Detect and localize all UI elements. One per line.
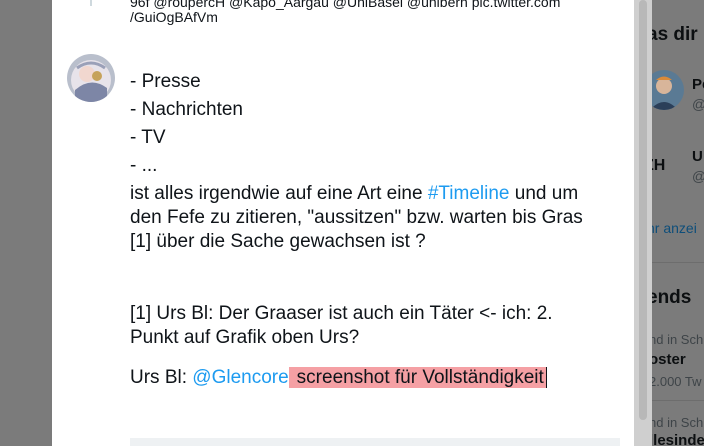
trend-name[interactable]: oster [652,351,686,368]
footnote-line: Punkt auf Grafik oben Urs? [130,327,360,348]
suggested-user-name[interactable]: Pe [692,76,704,93]
selected-text[interactable]: screenshot für Vollständigkeit [288,367,547,388]
list-item: - Nachrichten [130,99,243,120]
suggested-user-handle: @ [692,168,704,184]
avatar[interactable] [652,70,684,110]
tweet-line: ist alles irgendwie auf eine Art eine #T… [130,182,610,206]
show-more-link[interactable]: hr anzei [652,220,697,236]
footnote-line: [1] Urs Bl: Der Graaser ist auch ein Tät… [130,303,553,324]
hashtag-link[interactable]: #Timeline [428,183,510,204]
avatar[interactable]: ZH [652,146,684,186]
thread-connector [90,0,92,6]
tweet-line: Urs Bl: @Glencore screenshot für Vollstän… [130,366,610,390]
suggested-user-name[interactable]: U [692,148,703,165]
who-to-follow-heading: as dir [652,24,698,45]
tweet-line: den Fefe zu zitieren, "aussitzen" bzw. w… [130,207,583,228]
media-preview[interactable] [130,438,620,446]
text-segment: und um [509,183,579,204]
tweet-text: - Presse - Nachrichten - TV - ... ist al… [130,70,610,390]
tweet-line: [1] über die Sache gewachsen ist ? [130,231,426,252]
trend-count: 2.000 Tw [652,374,702,389]
divider [652,400,704,401]
previous-tweet-link[interactable]: /GuiOgBAfVm [130,9,218,25]
list-item: - TV [130,127,166,148]
list-item: - ... [130,155,158,176]
trend-context: nd in Sch [652,415,704,430]
mention-link[interactable]: @Glencore [192,367,288,388]
suggested-user-handle: @ [692,96,704,112]
divider [652,262,704,263]
trends-heading: ends [652,287,692,308]
left-overlay[interactable] [0,0,52,446]
trend-name[interactable]: llesinde [652,432,704,446]
scrollbar-thumb[interactable] [639,0,647,420]
text-segment: ist alles irgendwie auf eine Art eine [130,183,428,204]
trend-context: nd in Sch [652,332,704,347]
avatar[interactable] [67,54,115,102]
thread-modal: 96f @roupercH @Kapo_Aargau @UniBasel @un… [52,0,634,446]
right-sidebar: as dir Pe @ ZH U @ hr anzei ends nd in S… [652,0,704,446]
text-segment: Urs Bl: [130,367,193,388]
scrollbar[interactable] [634,0,652,446]
list-item: - Presse [130,71,201,92]
